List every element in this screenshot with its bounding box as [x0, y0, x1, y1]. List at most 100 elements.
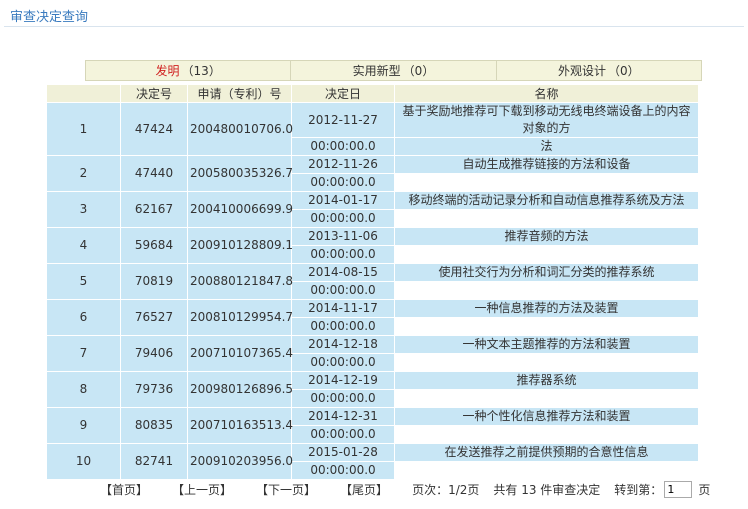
cell-decision-time: 00:00:00.0 [291, 461, 395, 480]
cell-decision-time: 00:00:00.0 [291, 425, 395, 444]
page-info: 页次：1/2页 [412, 483, 480, 497]
cell-decision-date: 2012-11-26 [291, 155, 395, 174]
cell-name: 推荐器系统 [394, 371, 699, 390]
tab-utility-model-count: （0） [402, 64, 435, 78]
first-page-link[interactable]: 【首页】 [100, 481, 148, 498]
cell-decision-date: 2014-12-18 [291, 335, 395, 354]
cell-application-no: 200880121847.8 [187, 263, 293, 300]
cell-decision-date: 2014-01-17 [291, 191, 395, 210]
table-row[interactable]: 6 76527 200810129954.7 2014-11-17 一种信息推荐的方法及… [46, 299, 699, 336]
cell-name: 移动终端的活动记录分析和自动信息推荐系统及方法 [394, 191, 699, 210]
cell-name-continued [394, 425, 699, 444]
cell-name-continued: 法 [394, 137, 699, 156]
table-row[interactable]: 5 70819 200880121847.8 2014-08-15 使用社交行为分析和词… [46, 263, 699, 300]
tab-utility-model-label: 实用新型 [352, 64, 401, 78]
table-row[interactable]: 7 79406 200710107365.4 2014-12-18 一种文本主题推荐的方… [46, 335, 699, 372]
pagination: 【首页】 【上一页】 【下一页】 【尾页】 页次：1/2页 共有 13 件审查决… [100, 481, 710, 498]
cell-index: 7 [46, 335, 121, 372]
cell-name: 自动生成推荐链接的方法和设备 [394, 155, 699, 174]
tab-utility-model[interactable]: 实用新型 （0） [291, 61, 497, 80]
cell-index: 8 [46, 371, 121, 408]
table-row[interactable]: 1 47424 200480010706.0 2012-11-27 基于奖励地推荐可下载… [46, 102, 699, 156]
cell-name: 在发送推荐之前提供预期的合意性信息 [394, 443, 699, 462]
cell-name: 一种文本主题推荐的方法和装置 [394, 335, 699, 354]
cell-decision-date: 2014-12-19 [291, 371, 395, 390]
cell-decision-time: 00:00:00.0 [291, 245, 395, 264]
cell-decision-no: 80835 [120, 407, 188, 444]
cell-index: 2 [46, 155, 121, 192]
cell-name: 一种个性化信息推荐方法和装置 [394, 407, 699, 426]
next-page-link[interactable]: 【下一页】 [256, 481, 316, 498]
cell-index: 6 [46, 299, 121, 336]
cell-name-continued [394, 209, 699, 228]
cell-decision-date: 2012-11-27 [291, 102, 395, 138]
cell-decision-no: 62167 [120, 191, 188, 228]
table-row[interactable]: 8 79736 200980126896.5 2014-12-19 推荐器系统 [46, 371, 699, 408]
cell-decision-no: 79406 [120, 335, 188, 372]
tab-invention[interactable]: 发明 （13） [86, 61, 292, 80]
header-name: 名称 [394, 84, 699, 103]
cell-application-no: 200710163513.4 [187, 407, 293, 444]
tab-invention-label: 发明 [155, 64, 180, 78]
cell-decision-no: 59684 [120, 227, 188, 264]
cell-application-no: 200910128809.1 [187, 227, 293, 264]
header-decision-date: 决定日 [291, 84, 395, 103]
cell-decision-time: 00:00:00.0 [291, 389, 395, 408]
header-decision-no: 决定号 [120, 84, 188, 103]
cell-application-no: 200910203956.0 [187, 443, 293, 480]
cell-name-continued [394, 317, 699, 336]
goto-label: 转到第： [614, 483, 663, 497]
tab-design[interactable]: 外观设计 （0） [497, 61, 701, 80]
cell-index: 5 [46, 263, 121, 300]
table-row[interactable]: 3 62167 200410006699.9 2014-01-17 移动终端的活动记录分… [46, 191, 699, 228]
cell-index: 1 [46, 102, 121, 156]
cell-name-continued [394, 173, 699, 192]
tab-design-label: 外观设计 [557, 64, 606, 78]
cell-name-continued [394, 353, 699, 372]
cell-application-no: 200810129954.7 [187, 299, 293, 336]
cell-decision-time: 00:00:00.0 [291, 173, 395, 192]
cell-decision-date: 2014-11-17 [291, 299, 395, 318]
table-row[interactable]: 10 82741 200910203956.0 2015-01-28 在发送推荐之前提供… [46, 443, 699, 480]
tab-design-count: （0） [607, 64, 640, 78]
cell-decision-time: 00:00:00.0 [291, 353, 395, 372]
cell-name: 基于奖励地推荐可下载到移动无线电终端设备上的内容对象的方 [394, 102, 699, 138]
table-row[interactable]: 2 47440 200580035326.7 2012-11-26 自动生成推荐链接的方… [46, 155, 699, 192]
cell-application-no: 200980126896.5 [187, 371, 293, 408]
prev-page-link[interactable]: 【上一页】 [172, 481, 232, 498]
cell-decision-date: 2013-11-06 [291, 227, 395, 246]
cell-decision-date: 2014-08-15 [291, 263, 395, 282]
cell-index: 10 [46, 443, 121, 480]
last-page-link[interactable]: 【尾页】 [340, 481, 388, 498]
cell-decision-no: 82741 [120, 443, 188, 480]
cell-decision-no: 47440 [120, 155, 188, 192]
header-application-no: 申请（专利）号 [187, 84, 292, 103]
cell-decision-no: 70819 [120, 263, 188, 300]
cell-name-continued [394, 245, 699, 264]
cell-decision-time: 00:00:00.0 [291, 209, 395, 228]
cell-decision-no: 79736 [120, 371, 188, 408]
cell-application-no: 200710107365.4 [187, 335, 293, 372]
cell-name: 推荐音频的方法 [394, 227, 699, 246]
cell-decision-date: 2014-12-31 [291, 407, 395, 426]
cell-name: 使用社交行为分析和词汇分类的推荐系统 [394, 263, 699, 282]
total-count: 共有 13 件审查决定 [493, 483, 601, 497]
cell-name: 一种信息推荐的方法及装置 [394, 299, 699, 318]
category-tabs: 发明 （13） 实用新型 （0） 外观设计 （0） [85, 60, 702, 81]
cell-name-continued [394, 389, 699, 408]
cell-decision-no: 76527 [120, 299, 188, 336]
table-row[interactable]: 9 80835 200710163513.4 2014-12-31 一种个性化信息推荐方… [46, 407, 699, 444]
cell-application-no: 200580035326.7 [187, 155, 293, 192]
cell-index: 4 [46, 227, 121, 264]
results-table: 决定号 申请（专利）号 决定日 名称 1 47424 200480010706.0 2… [46, 84, 699, 480]
cell-decision-no: 47424 [120, 102, 188, 156]
cell-decision-time: 00:00:00.0 [291, 137, 395, 156]
cell-decision-time: 00:00:00.0 [291, 317, 395, 336]
page-title: 审查决定查询 [10, 10, 89, 25]
table-row[interactable]: 4 59684 200910128809.1 2013-11-06 推荐音频的方法 [46, 227, 699, 264]
goto-page-input[interactable] [664, 481, 693, 498]
cell-decision-time: 00:00:00.0 [291, 281, 395, 300]
cell-decision-date: 2015-01-28 [291, 443, 395, 462]
cell-application-no: 200480010706.0 [187, 102, 293, 156]
cell-name-continued [394, 281, 699, 300]
